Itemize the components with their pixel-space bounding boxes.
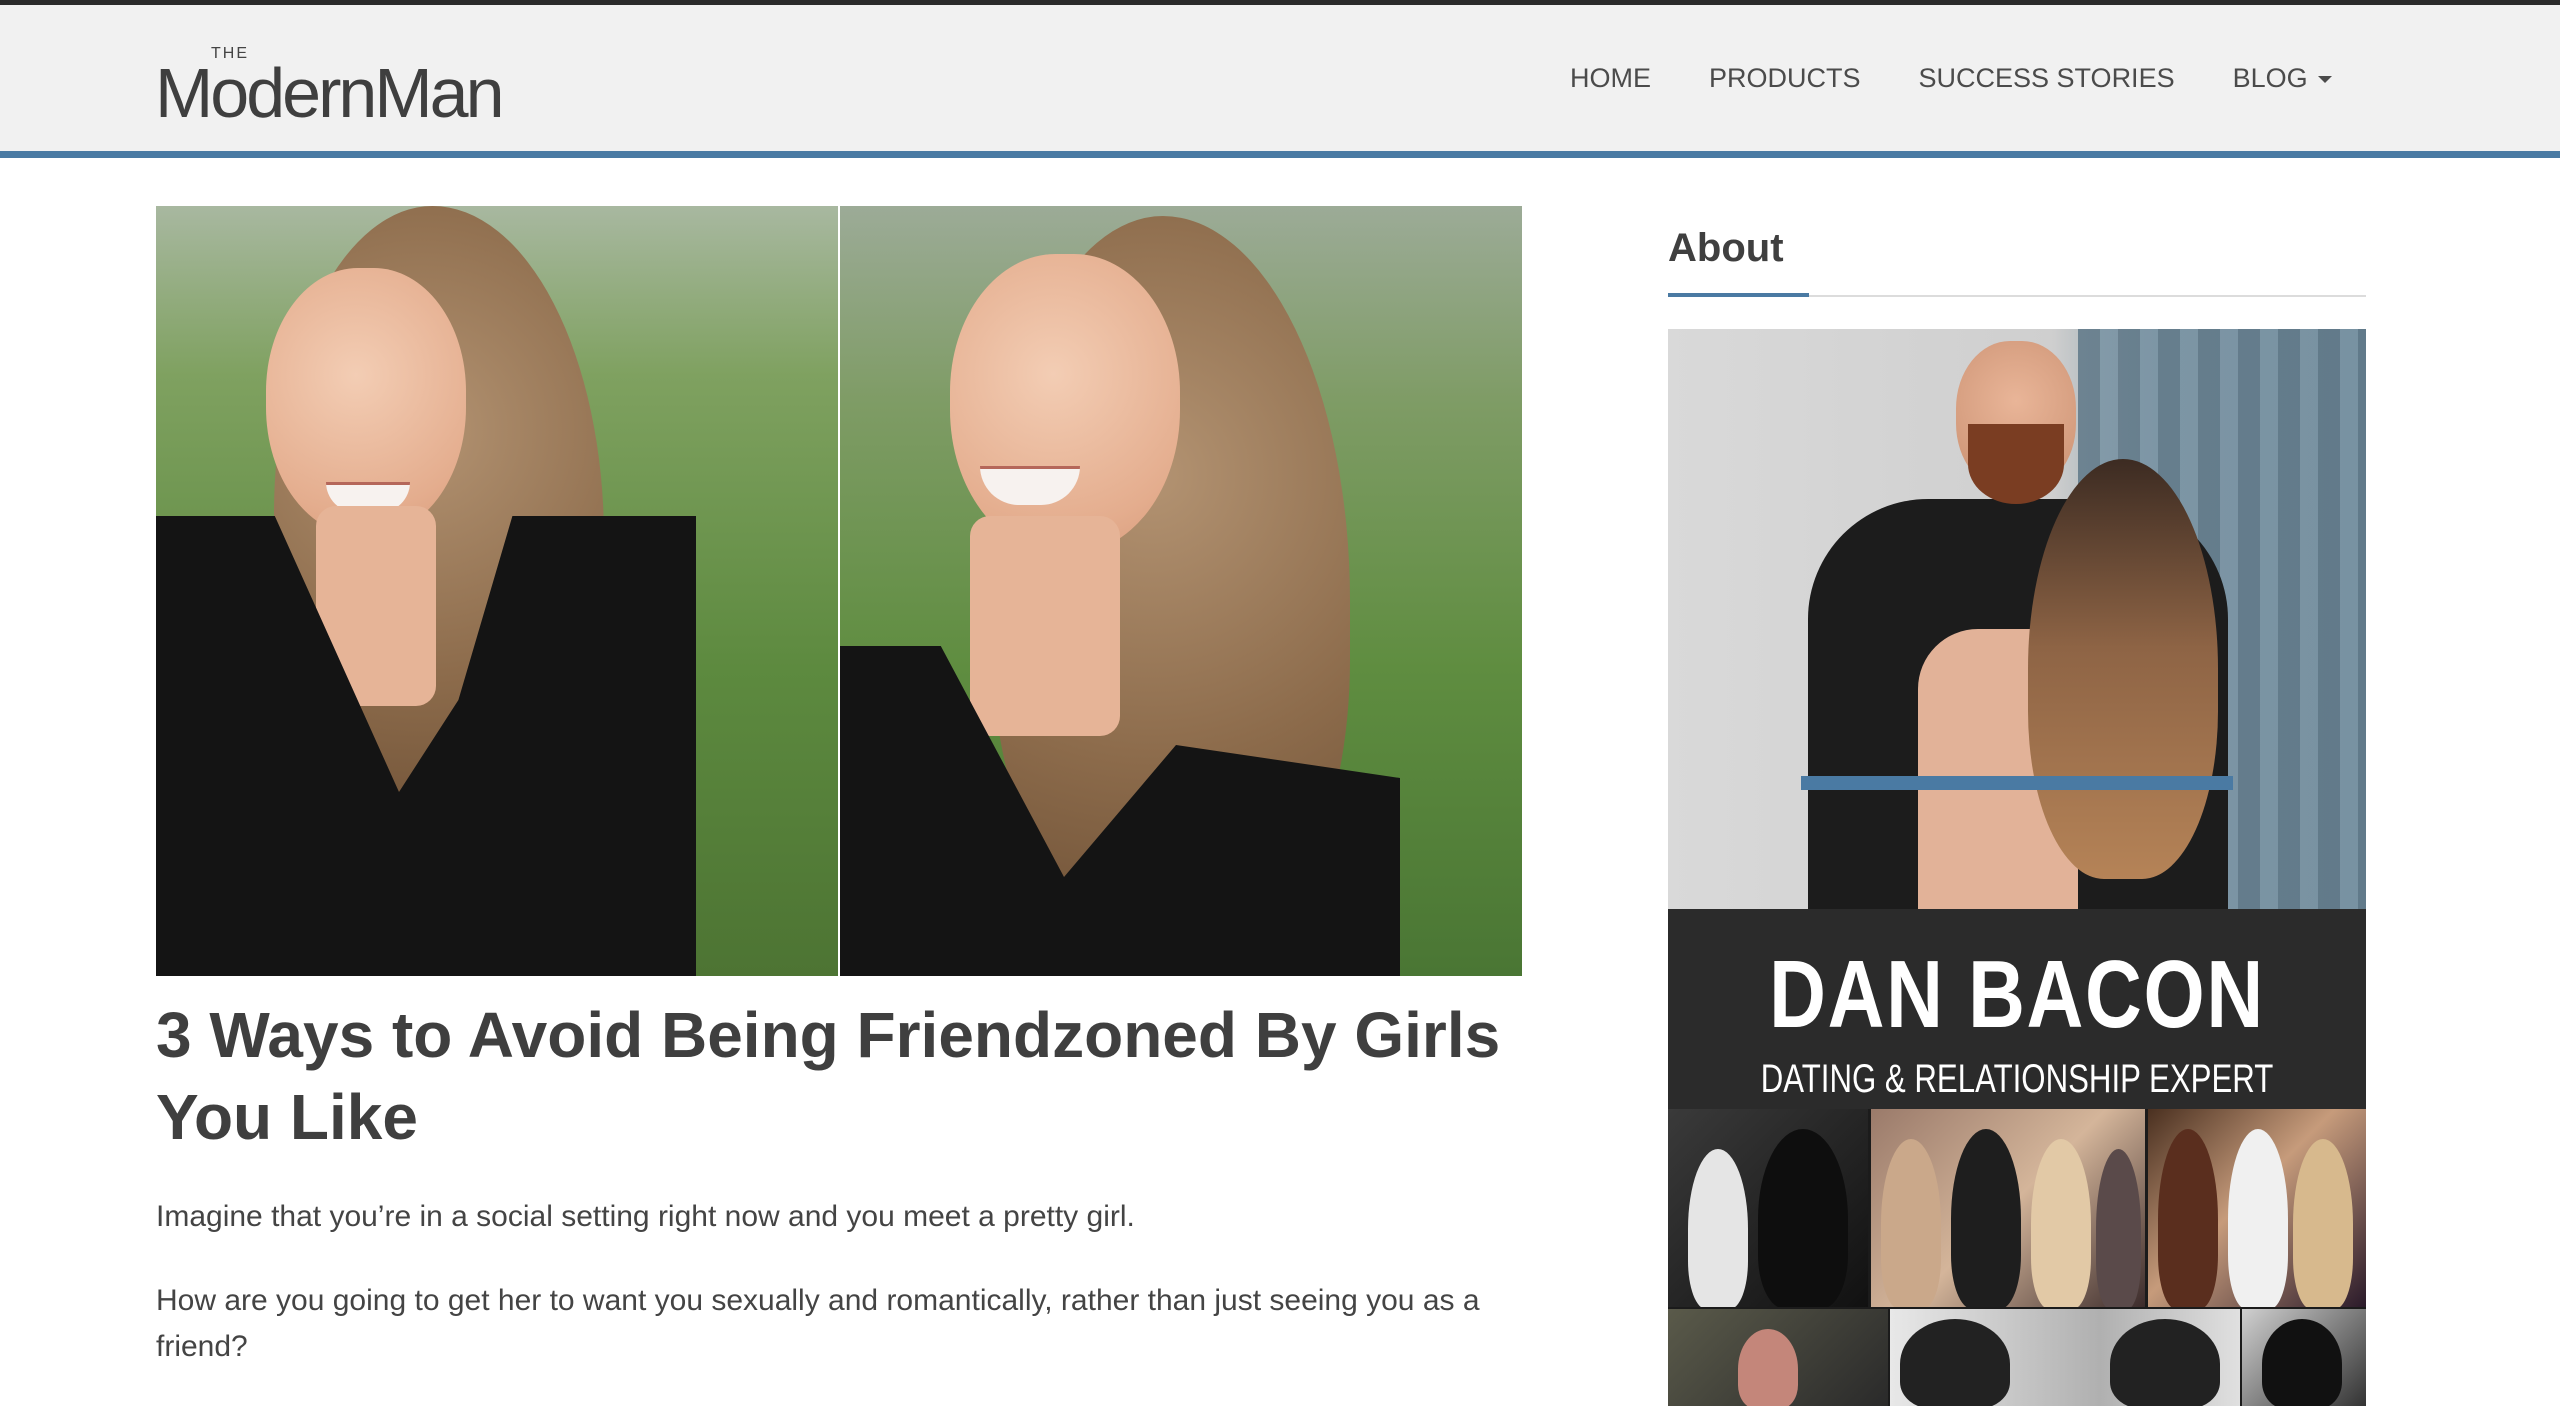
neck-shape <box>970 516 1120 736</box>
hero-photo-left <box>156 206 838 976</box>
collage-photo <box>2242 1309 2366 1406</box>
header-divider <box>0 151 2560 158</box>
sidebar-divider-accent <box>1668 293 1809 297</box>
caret-down-icon <box>2317 76 2332 84</box>
nav-success-stories[interactable]: SUCCESS STORIES <box>1919 63 2175 94</box>
site-header: THE ModernMan HOME PRODUCTS SUCCESS STOR… <box>0 5 2560 151</box>
logo-name: ModernMan <box>155 54 505 132</box>
hero-photo-right <box>840 206 1522 976</box>
article-title[interactable]: 3 Ways to Avoid Being Friendzoned By Gir… <box>156 994 1536 1158</box>
promo-name: DAN BACON <box>1769 941 2265 1048</box>
promo-photo <box>1668 329 2366 909</box>
nav-blog-label: BLOG <box>2232 63 2308 93</box>
article-hero-image[interactable] <box>156 206 1522 976</box>
nav-blog[interactable]: BLOG <box>2233 63 2332 94</box>
face-shape <box>950 254 1180 554</box>
sidebar-heading: About <box>1668 226 1784 270</box>
promo-photo-collage <box>1668 1109 2366 1406</box>
article-paragraph: How are you going to get her to want you… <box>156 1284 1480 1363</box>
collage-photo <box>2148 1109 2366 1307</box>
collage-photo <box>1668 1309 1888 1406</box>
nav-home[interactable]: HOME <box>1570 63 1651 94</box>
woman-hair-shape <box>2028 459 2218 879</box>
promo-name-band: DAN BACON DATING & RELATIONSHIP EXPERT <box>1668 909 2366 1109</box>
collage-photo <box>1890 1309 2240 1406</box>
beard-shape <box>1968 424 2064 504</box>
promo-tagline: DATING & RELATIONSHIP EXPERT <box>1760 1057 2274 1101</box>
collage-photo <box>1668 1109 1868 1307</box>
site-logo[interactable]: THE ModernMan <box>155 33 535 133</box>
main-menu: HOME PRODUCTS SUCCESS STORIES BLOG <box>1570 63 2332 94</box>
collage-photo <box>1871 1109 2145 1307</box>
nav-products[interactable]: PRODUCTS <box>1709 63 1861 94</box>
article-paragraph: Imagine that you’re in a social setting … <box>156 1200 1135 1233</box>
about-promo-image[interactable]: DAN BACON DATING & RELATIONSHIP EXPERT <box>1668 329 2366 1406</box>
promo-accent-bar <box>1801 776 2233 790</box>
